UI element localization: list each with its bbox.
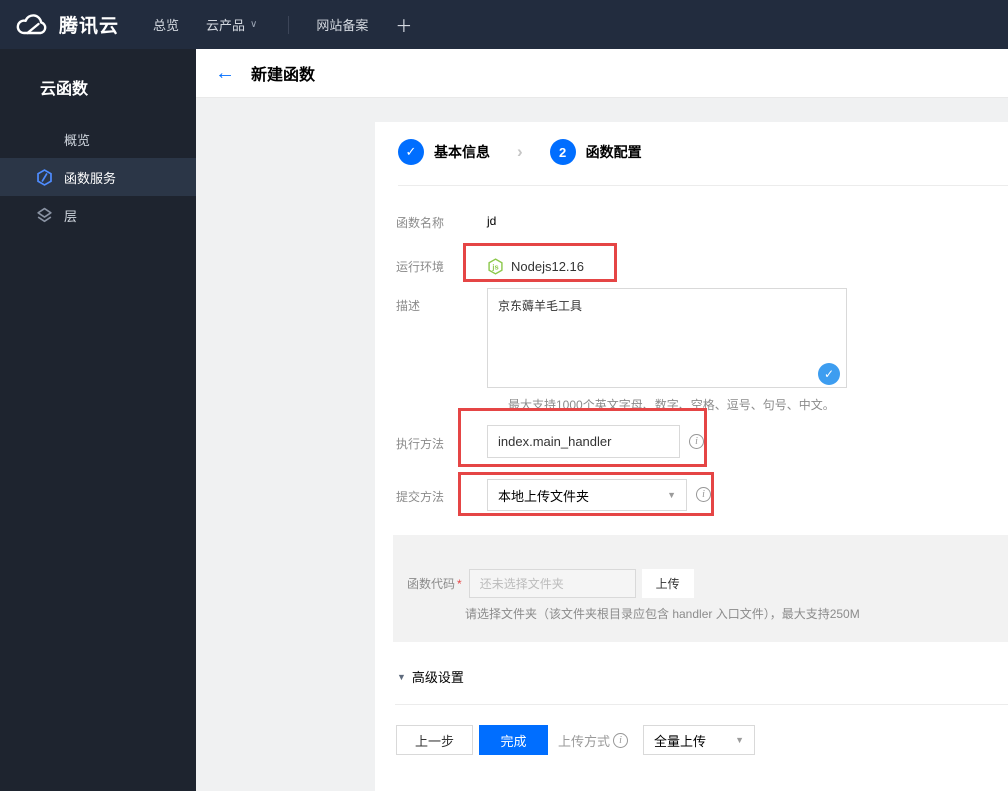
step-1-label: 基本信息 [434,144,490,160]
description-hint: 最大支持1000个英文字母、数字、空格、逗号、句号、中文。 [508,398,835,412]
sidebar-item-function-service[interactable]: 函数服务 [0,158,196,196]
scf-hexagon-icon [36,168,53,186]
handler-input[interactable] [487,425,680,458]
sidebar-item-layers[interactable]: 层 [0,196,196,234]
layers-icon [36,207,53,224]
submit-method-row: 提交方法 本地上传文件夹 ▼ i [396,479,711,511]
cloud-logo-icon [16,13,47,34]
back-arrow-icon[interactable]: ← [215,63,235,83]
divider [395,704,1008,705]
folder-path-input [468,569,636,598]
finish-button[interactable]: 完成 [479,725,548,755]
submit-method-select[interactable]: 本地上传文件夹 ▼ [487,479,687,511]
page-header: ← 新建函数 [196,49,1008,98]
runtime-row: 运行环境 js Nodejs12.16 [396,254,584,278]
top-navigation: 总览 云产品 ∨ 网站备案 ＋ [153,12,412,37]
sidebar-menu: 概览 函数服务 层 [0,120,196,234]
upload-mode-select[interactable]: 全量上传 ▼ [643,725,756,755]
step-indicator: ✓ 基本信息 › 2 函数配置 [398,139,642,165]
page: 腾讯云 总览 云产品 ∨ 网站备案 ＋ 云函数 概览 函数服务 层 ← 新建函数… [0,0,1008,791]
runtime-label: 运行环境 [396,259,445,274]
previous-step-button[interactable]: 上一步 [396,725,473,755]
handler-row: 执行方法 i [396,425,704,458]
function-code-panel: 函数代码* 上传 请选择文件夹（该文件夹根目录应包含 handler 入口文件）… [393,535,1008,642]
triangle-down-icon: ▼ [397,671,406,682]
upload-mode-label-group: 上传方式 i [558,731,629,750]
nav-overview[interactable]: 总览 [153,15,179,34]
svg-text:js: js [491,262,498,271]
sidebar-item-overview[interactable]: 概览 [0,120,196,158]
function-code-label: 函数代码 [407,577,456,591]
step-2-label: 函数配置 [585,144,642,160]
sidebar-title: 云函数 [40,81,89,98]
submit-method-label: 提交方法 [396,490,445,504]
advanced-settings-toggle[interactable]: ▼ 高级设置 [397,667,464,686]
nodejs-icon: js [488,257,503,275]
step-1-done-check-icon: ✓ [398,139,424,165]
description-row: 描述 京东薅羊毛工具 ✓ [396,288,847,391]
valid-check-icon: ✓ [818,363,840,385]
description-textarea[interactable]: 京东薅羊毛工具 [487,288,847,388]
required-asterisk: * [457,576,462,591]
handler-label: 执行方法 [396,437,445,451]
chevron-down-icon: ∨ [250,19,258,30]
page-title: 新建函数 [251,67,316,84]
divider [398,185,1008,186]
description-label: 描述 [396,299,421,313]
step-chevron-icon: › [517,142,523,161]
brand-name: 腾讯云 [59,16,120,37]
function-code-hint: 请选择文件夹（该文件夹根目录应包含 handler 入口文件），最大支持250M [465,607,860,621]
select-caret-icon: ▼ [667,490,676,500]
upload-mode-info-icon[interactable]: i [613,732,629,748]
nav-cloud-products[interactable]: 云产品 ∨ [206,15,257,34]
create-function-card: ✓ 基本信息 › 2 函数配置 函数名称 jd 运行环境 js Nodejs12… [375,122,1008,791]
nav-divider [288,15,290,34]
nav-icp-filing[interactable]: 网站备案 [316,15,368,34]
sidebar: 云函数 概览 函数服务 层 [0,49,196,791]
tencent-cloud-logo[interactable]: 腾讯云 [14,11,119,38]
function-name-label: 函数名称 [396,216,445,230]
select-caret-icon: ▼ [735,735,745,745]
topbar: 腾讯云 总览 云产品 ∨ 网站备案 ＋ [0,0,1008,49]
submit-method-info-icon[interactable]: i [696,487,711,502]
upload-button[interactable]: 上传 [641,569,694,598]
runtime-value: js Nodejs12.16 [487,257,584,275]
function-name-value: jd [487,214,497,228]
step-2-number: 2 [549,139,576,165]
function-name-row: 函数名称 jd [396,214,496,231]
footer-actions: 上一步 完成 上传方式 i 全量上传 ▼ [396,725,756,755]
add-tab-icon[interactable]: ＋ [395,12,412,37]
grid-icon [36,131,53,148]
handler-info-icon[interactable]: i [689,434,704,449]
